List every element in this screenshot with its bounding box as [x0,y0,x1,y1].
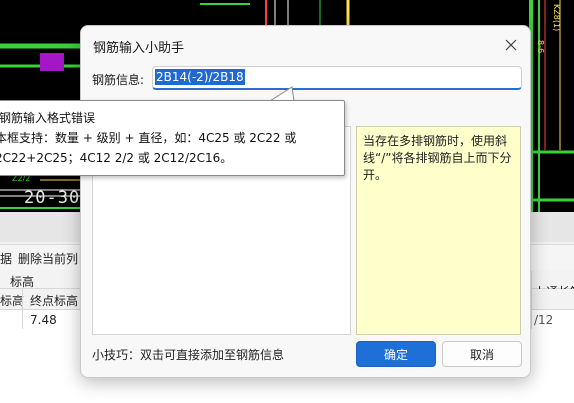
rebar-info-input[interactable]: 2B14(-2)/2B18 [152,66,522,90]
table-cell[interactable]: 7.48 [30,313,57,327]
table-cell[interactable]: /12 [534,313,553,327]
tooltip-body: 本框支持：数量 + 级别 + 直径，如：4C25 或 2C22 或 2C22+2… [0,131,297,165]
divider [22,289,23,329]
close-icon [505,39,517,51]
toolbar-item[interactable]: 据 [0,250,12,267]
ok-button[interactable]: 确定 [356,341,436,367]
tip-text: 小技巧：双击可直接添加至钢筋信息 [92,348,285,362]
table-header-group: 标高 [10,275,35,289]
close-button[interactable] [500,34,522,56]
delete-column-button[interactable]: 删除当前列 [18,250,78,267]
cancel-button[interactable]: 取消 [442,341,522,367]
rebar-info-label: 钢筋信息: [92,73,145,87]
cad-label: 8-6 [536,40,545,54]
cad-label: KZ8(1) [552,4,561,32]
help-panel: 当存在多排钢筋时，使用斜线“/”将各排钢筋自上而下分开。 [356,126,521,335]
table-header-cell: 终点标高 [30,294,79,308]
table-header-cell: 标高 [0,294,25,308]
dialog-title: 钢筋输入小助手 [93,41,185,56]
error-tooltip: 钢筋输入格式错误 本框支持：数量 + 级别 + 直径，如：4C25 或 2C22… [0,100,345,176]
tooltip-title: 钢筋输入格式错误 [0,111,96,125]
rebar-input-dialog: 钢筋输入小助手 钢筋信息: 2B14(-2)/2B18 当存在多排钢筋时，使用斜… [80,25,531,378]
rebar-info-value: 2B14(-2)/2B18 [155,69,245,85]
divider [531,271,532,329]
